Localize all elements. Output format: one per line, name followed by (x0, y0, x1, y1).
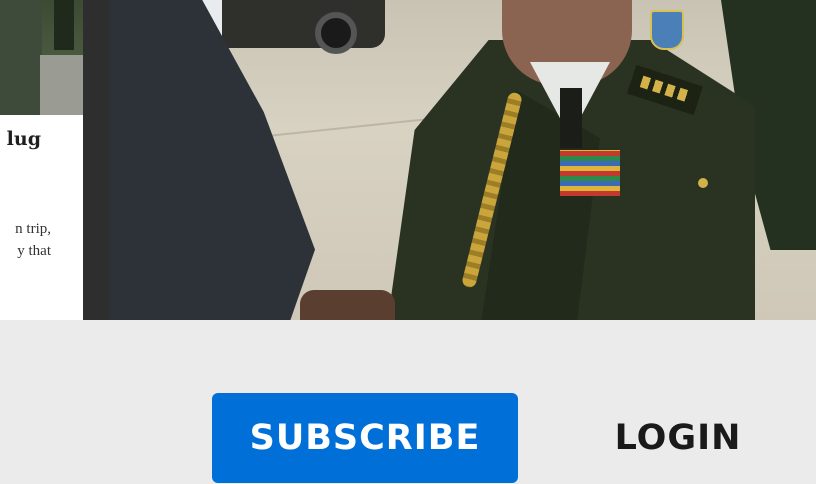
login-button[interactable]: LOGIN (598, 393, 758, 483)
article-card[interactable]: lug n trip, y that (0, 0, 83, 320)
article-card-thumbnail[interactable] (0, 0, 83, 115)
article-carousel: lug n trip, y that (0, 0, 816, 320)
card-divider (83, 0, 110, 320)
hero-photo[interactable] (110, 0, 816, 320)
excerpt-line: y that (17, 243, 51, 259)
article-card-excerpt: n trip, y that (0, 218, 51, 262)
article-card-title[interactable]: lug (7, 128, 41, 150)
subscribe-button[interactable]: SUBSCRIBE (212, 393, 518, 483)
excerpt-line: n trip, (15, 221, 51, 237)
